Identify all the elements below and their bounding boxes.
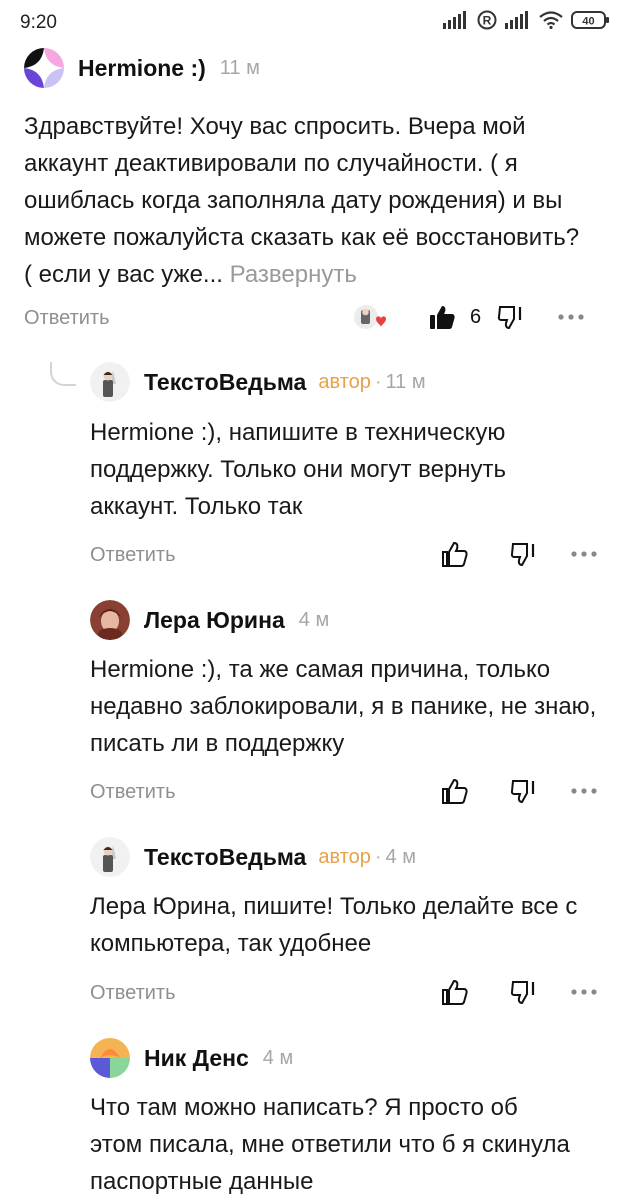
author-name[interactable]: Ник Денс bbox=[144, 1045, 249, 1072]
more-dots-icon[interactable] bbox=[570, 988, 598, 996]
comment-time: 11 м bbox=[219, 56, 260, 79]
author-name[interactable]: Hermione :) bbox=[78, 55, 206, 82]
thumbs-up-icon[interactable] bbox=[440, 540, 468, 568]
avatar[interactable] bbox=[90, 1038, 130, 1078]
reply-button[interactable]: Ответить bbox=[90, 781, 176, 804]
comment-text: Hermione :), напишите в техническую подд… bbox=[90, 419, 507, 520]
like-count: 6 bbox=[470, 305, 482, 328]
svg-text:R: R bbox=[483, 14, 492, 28]
thumbs-down-icon[interactable] bbox=[510, 540, 540, 568]
comment-time: 4 м bbox=[385, 845, 416, 868]
thumbs-up-icon[interactable] bbox=[428, 303, 456, 331]
separator-dot: · bbox=[374, 845, 382, 868]
battery-level: 40 bbox=[582, 16, 594, 28]
liked-by-author-icon bbox=[352, 303, 388, 331]
avatar[interactable] bbox=[90, 362, 130, 402]
comment-time: 11 м bbox=[385, 370, 426, 393]
more-dots-icon[interactable] bbox=[557, 313, 585, 321]
reply-button[interactable]: Ответить bbox=[90, 544, 176, 567]
avatar[interactable] bbox=[90, 837, 130, 877]
author-name[interactable]: Лера Юрина bbox=[144, 607, 285, 634]
thumbs-down-icon[interactable] bbox=[510, 777, 540, 805]
reply-button[interactable]: Ответить bbox=[24, 307, 110, 330]
author-name[interactable]: ТекстоВедьма bbox=[144, 844, 306, 871]
comment-text: Лера Юрина, пишите! Только делайте все с… bbox=[90, 893, 578, 957]
thumbs-up-icon[interactable] bbox=[440, 978, 468, 1006]
more-dots-icon[interactable] bbox=[570, 550, 598, 558]
more-dots-icon[interactable] bbox=[570, 787, 598, 795]
expand-link[interactable]: Развернуть bbox=[230, 261, 357, 288]
thumbs-down-icon[interactable] bbox=[497, 303, 527, 331]
author-badge: автор bbox=[318, 370, 371, 393]
wifi-icon bbox=[539, 11, 563, 29]
avatar[interactable] bbox=[24, 48, 64, 88]
comment-text: Здравствуйте! Хочу вас спросить. Вчера м… bbox=[24, 108, 584, 293]
comment-text: Что там можно написать? Я просто об этом… bbox=[90, 1094, 570, 1195]
comment-text: Hermione :), та же самая причина, только… bbox=[90, 656, 597, 757]
comment-time: 4 м bbox=[262, 1046, 294, 1069]
signal-icon-2 bbox=[505, 11, 531, 29]
signal-icon bbox=[443, 11, 469, 29]
avatar[interactable] bbox=[90, 600, 130, 640]
thumbs-up-icon[interactable] bbox=[440, 777, 468, 805]
registered-icon: R bbox=[477, 10, 497, 30]
reply-thread-line bbox=[50, 362, 76, 386]
status-bar: 9:20 R 40 bbox=[0, 0, 629, 40]
reply-button[interactable]: Ответить bbox=[90, 982, 176, 1005]
battery-icon: 40 bbox=[571, 10, 611, 30]
author-badge: автор bbox=[318, 845, 371, 868]
comment-time: 4 м bbox=[298, 608, 330, 631]
thumbs-down-icon[interactable] bbox=[510, 978, 540, 1006]
status-icons: R 40 bbox=[443, 10, 611, 30]
separator-dot: · bbox=[374, 370, 382, 393]
status-time: 9:20 bbox=[20, 12, 57, 33]
author-name[interactable]: ТекстоВедьма bbox=[144, 369, 306, 396]
